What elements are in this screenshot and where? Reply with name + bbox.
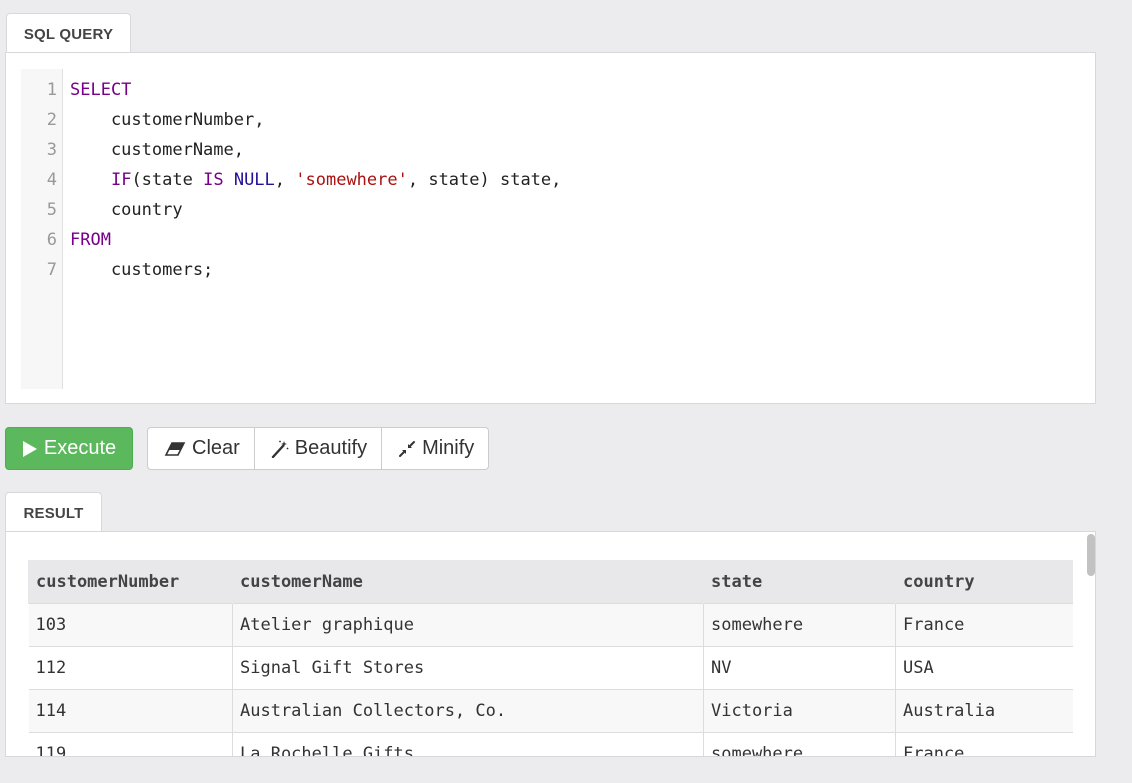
compress-icon: [398, 440, 416, 458]
table-cell: France: [895, 603, 1073, 647]
table-cell: somewhere: [703, 732, 896, 756]
table-cell: somewhere: [703, 603, 896, 647]
code-line[interactable]: SELECT: [70, 75, 131, 105]
code-token: , state) state,: [407, 170, 562, 190]
tab-result[interactable]: RESULT: [5, 492, 102, 533]
table-cell: Victoria: [703, 689, 896, 733]
editor-action-group: Clear Beautify Minify: [147, 427, 490, 470]
table-cell: Atelier graphique: [232, 603, 704, 647]
table-cell: Australian Collectors, Co.: [232, 689, 704, 733]
minify-button[interactable]: Minify: [381, 427, 490, 470]
code-token: (state: [131, 170, 204, 190]
result-table: customerNumber customerName state countr…: [28, 560, 1073, 756]
line-number: 3: [46, 140, 57, 160]
table-cell: France: [895, 732, 1073, 756]
code-line[interactable]: country: [70, 195, 183, 225]
execute-button-label: Execute: [43, 437, 117, 459]
table-cell: USA: [895, 646, 1073, 690]
table-row[interactable]: 112 Signal Gift Stores NV USA: [28, 646, 1073, 690]
code-line[interactable]: IF(state IS NULL, 'somewhere', state) st…: [70, 165, 561, 195]
table-row[interactable]: 119 La Rochelle Gifts somewhere France: [28, 732, 1073, 756]
code-line[interactable]: customerName,: [70, 135, 244, 165]
line-number: 6: [46, 230, 57, 250]
line-number: 1: [46, 80, 57, 100]
line-number: 7: [46, 260, 57, 280]
code-token: customerName,: [70, 140, 244, 160]
line-number: 5: [46, 200, 57, 220]
clear-button-label: Clear: [192, 437, 240, 459]
table-cell: NV: [703, 646, 896, 690]
table-cell: Signal Gift Stores: [232, 646, 704, 690]
column-header[interactable]: state: [703, 560, 896, 604]
code-token: 'somewhere': [295, 170, 408, 190]
table-cell: La Rochelle Gifts: [232, 732, 704, 756]
result-scrollbar-thumb[interactable]: [1087, 534, 1095, 576]
table-cell: 112: [28, 646, 233, 690]
line-number: 4: [46, 170, 57, 190]
code-token: SELECT: [70, 80, 132, 100]
table-cell: 119: [28, 732, 233, 756]
column-header[interactable]: customerName: [232, 560, 704, 604]
code-line[interactable]: FROM: [70, 225, 111, 255]
code-token: customerNumber,: [70, 110, 265, 130]
code-token: NULL: [233, 170, 275, 190]
clear-button[interactable]: Clear: [147, 427, 255, 470]
code-token: IF: [110, 170, 132, 190]
code-token: ,: [274, 170, 296, 190]
tab-sql-query-label: SQL QUERY: [23, 25, 114, 43]
beautify-button[interactable]: Beautify: [253, 427, 383, 470]
table-row[interactable]: 103 Atelier graphique somewhere France: [28, 603, 1073, 647]
eraser-icon: [164, 441, 186, 457]
minify-button-label: Minify: [422, 437, 475, 459]
execute-button[interactable]: Execute: [5, 427, 133, 470]
table-cell: 103: [28, 603, 233, 647]
line-number: 2: [46, 110, 57, 130]
column-header[interactable]: country: [895, 560, 1073, 604]
column-header[interactable]: customerNumber: [28, 560, 233, 604]
line-number-gutter: 1 2 3 4 5 6 7: [21, 69, 63, 389]
code-token: country: [70, 200, 183, 220]
magic-wand-icon: [271, 440, 289, 458]
result-table-header-row: customerNumber customerName state countr…: [28, 560, 1073, 604]
code-token: IS: [203, 170, 224, 190]
code-token: customers;: [70, 260, 214, 280]
sql-code-editor[interactable]: 1 2 3 4 5 6 7 SELECT customerNumber, customerN…: [21, 69, 1081, 389]
play-icon: [22, 440, 38, 458]
tab-result-label: RESULT: [23, 504, 84, 522]
sql-editor-panel: 1 2 3 4 5 6 7 SELECT customerNumber, customerN…: [5, 52, 1096, 404]
code-token: FROM: [70, 230, 111, 250]
result-panel[interactable]: customerNumber customerName state countr…: [5, 531, 1096, 757]
table-cell: Australia: [895, 689, 1073, 733]
code-line[interactable]: customerNumber,: [70, 105, 265, 135]
beautify-button-label: Beautify: [294, 437, 368, 459]
code-line[interactable]: customers;: [70, 255, 213, 285]
tab-sql-query[interactable]: SQL QUERY: [6, 13, 131, 54]
table-row[interactable]: 114 Australian Collectors, Co. Victoria Aus…: [28, 689, 1073, 733]
table-cell: 114: [28, 689, 233, 733]
